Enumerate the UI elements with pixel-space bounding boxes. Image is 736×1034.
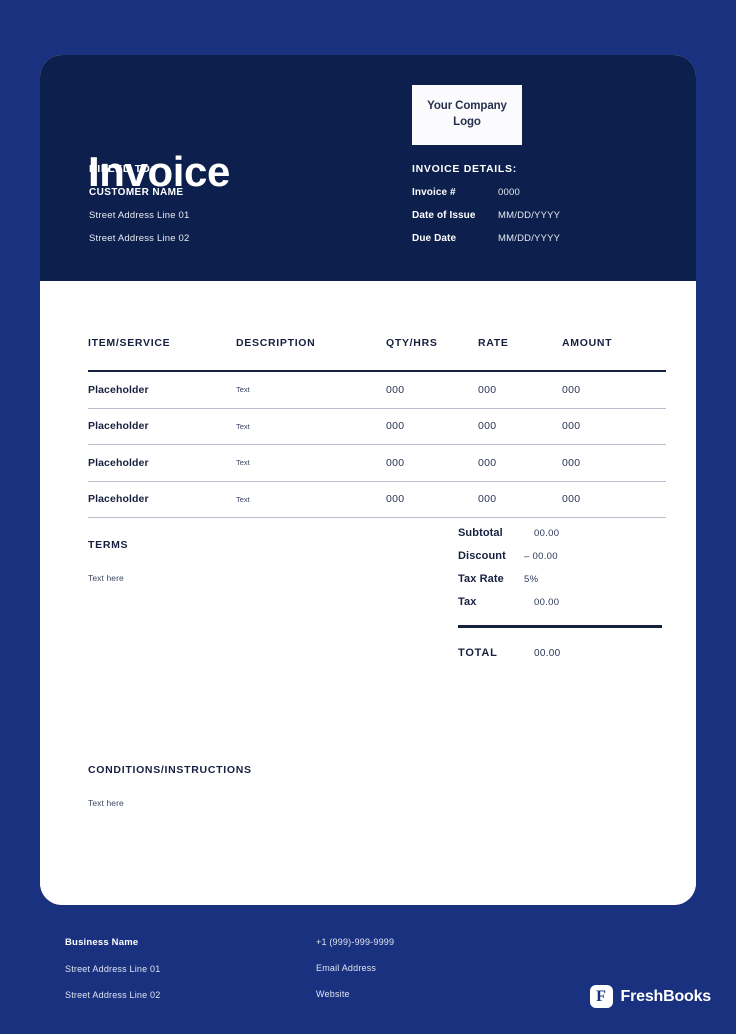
totals-value: – 00.00: [524, 551, 558, 562]
cell-amount: 000: [562, 456, 581, 469]
column-header-amount: AMOUNT: [562, 337, 613, 349]
footer-website[interactable]: Website: [316, 989, 546, 999]
footer-email[interactable]: Email Address: [316, 963, 546, 973]
conditions-section: CONDITIONS/INSTRUCTIONS Text here: [88, 764, 508, 808]
detail-key: Due Date: [412, 233, 457, 244]
footer-phone[interactable]: +1 (999)-999-9999: [316, 937, 546, 947]
cell-description: Text: [236, 385, 250, 395]
table-row[interactable]: Placeholder Text 000 000 000: [88, 445, 666, 482]
cell-rate: 000: [478, 383, 497, 396]
customer-address-line-2: Street Address Line 02: [89, 233, 190, 244]
totals-value: 00.00: [534, 528, 560, 539]
detail-key: Invoice #: [412, 187, 456, 198]
detail-row-invoice-number: Invoice # 0000: [412, 187, 652, 198]
billed-to-block: BILLED TO: CUSTOMER NAME Street Address …: [89, 163, 349, 256]
detail-value[interactable]: 0000: [498, 187, 520, 198]
invoice-card: Invoice BILLED TO: CUSTOMER NAME Street …: [40, 55, 696, 905]
cell-qty: 000: [386, 420, 405, 433]
cell-amount: 000: [562, 493, 581, 506]
cell-item: Placeholder: [88, 420, 149, 433]
terms-section: TERMS Text here: [88, 539, 388, 583]
totals-divider: [458, 625, 662, 628]
conditions-title: CONDITIONS/INSTRUCTIONS: [88, 764, 252, 776]
totals-section: Subtotal 00.00 Discount – 00.00 Tax Rate…: [458, 527, 666, 659]
cell-item: Placeholder: [88, 456, 149, 469]
totals-label: Discount: [458, 550, 506, 562]
footer-business-column: Business Name Street Address Line 01 Str…: [65, 937, 295, 1016]
column-header-description: DESCRIPTION: [236, 337, 316, 349]
company-logo-label: Your Company Logo: [427, 100, 507, 128]
table-row[interactable]: Placeholder Text 000 000 000: [88, 409, 666, 445]
page-footer: Business Name Street Address Line 01 Str…: [0, 925, 736, 1034]
cell-amount: 000: [562, 420, 581, 433]
total-value: 00.00: [534, 647, 561, 659]
totals-label: Subtotal: [458, 527, 503, 539]
freshbooks-logo[interactable]: F FreshBooks: [589, 985, 712, 1008]
totals-value: 5%: [524, 574, 539, 585]
billed-to-label: BILLED TO:: [89, 163, 155, 175]
terms-text[interactable]: Text here: [88, 573, 388, 583]
column-header-qty: QTY/HRS: [386, 337, 438, 349]
total-label: TOTAL: [458, 646, 498, 659]
cell-rate: 000: [478, 456, 497, 469]
cell-qty: 000: [386, 383, 405, 396]
footer-address-line-1: Street Address Line 01: [65, 964, 161, 974]
invoice-page: Invoice BILLED TO: CUSTOMER NAME Street …: [0, 0, 736, 1034]
footer-contact-column: +1 (999)-999-9999 Email Address Website: [316, 937, 546, 1015]
freshbooks-wordmark: FreshBooks: [620, 987, 712, 1005]
freshbooks-mark-icon: F: [589, 985, 613, 1008]
conditions-text[interactable]: Text here: [88, 798, 508, 808]
detail-key: Date of Issue: [412, 210, 476, 221]
detail-value[interactable]: MM/DD/YYYY: [498, 233, 560, 244]
table-header-row: ITEM/SERVICE DESCRIPTION QTY/HRS RATE AM…: [88, 337, 666, 370]
cell-description: Text: [236, 421, 250, 431]
cell-qty: 000: [386, 493, 405, 506]
invoice-details-label: INVOICE DETAILS:: [412, 163, 517, 175]
customer-address-line-1: Street Address Line 01: [89, 210, 190, 221]
cell-description: Text: [236, 494, 250, 504]
table-row[interactable]: Placeholder Text 000 000 000: [88, 372, 666, 409]
cell-item: Placeholder: [88, 383, 149, 396]
cell-item: Placeholder: [88, 493, 149, 506]
table-body: Placeholder Text 000 000 000 Placeholder…: [88, 370, 666, 518]
totals-value: 00.00: [534, 597, 560, 608]
cell-description: Text: [236, 458, 250, 468]
totals-row-discount: Discount – 00.00: [458, 550, 666, 562]
detail-row-date-of-issue: Date of Issue MM/DD/YYYY: [412, 210, 652, 221]
totals-label: Tax: [458, 596, 477, 608]
column-header-item: ITEM/SERVICE: [88, 337, 171, 349]
cell-rate: 000: [478, 493, 497, 506]
cell-qty: 000: [386, 456, 405, 469]
footer-business-name: Business Name: [65, 937, 139, 948]
line-items-table: ITEM/SERVICE DESCRIPTION QTY/HRS RATE AM…: [88, 337, 666, 518]
detail-row-due-date: Due Date MM/DD/YYYY: [412, 233, 652, 244]
company-logo-placeholder[interactable]: Your Company Logo: [412, 85, 522, 145]
totals-label: Tax Rate: [458, 573, 504, 585]
invoice-header: Invoice BILLED TO: CUSTOMER NAME Street …: [40, 55, 696, 281]
cell-rate: 000: [478, 420, 497, 433]
totals-row-tax: Tax 00.00: [458, 596, 666, 608]
invoice-details-block: INVOICE DETAILS: Invoice # 0000 Date of …: [412, 163, 652, 256]
invoice-body: ITEM/SERVICE DESCRIPTION QTY/HRS RATE AM…: [40, 281, 696, 905]
totals-row-tax-rate: Tax Rate 5%: [458, 573, 666, 585]
terms-title: TERMS: [88, 539, 129, 551]
footer-address-line-2: Street Address Line 02: [65, 990, 161, 1000]
totals-row-total: TOTAL 00.00: [458, 647, 666, 659]
customer-name: CUSTOMER NAME: [89, 187, 184, 198]
cell-amount: 000: [562, 383, 581, 396]
detail-value[interactable]: MM/DD/YYYY: [498, 210, 560, 221]
totals-row-subtotal: Subtotal 00.00: [458, 527, 666, 539]
column-header-rate: RATE: [478, 337, 509, 349]
table-row[interactable]: Placeholder Text 000 000 000: [88, 482, 666, 518]
